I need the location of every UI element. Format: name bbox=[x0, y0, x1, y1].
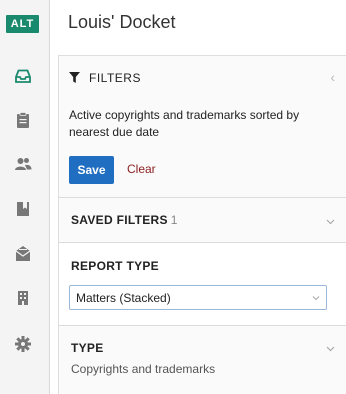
filter-icon bbox=[69, 72, 80, 83]
chevron-down-icon[interactable] bbox=[326, 217, 335, 226]
mail-icon[interactable] bbox=[13, 244, 33, 264]
report-type-select[interactable]: Matters (Stacked) bbox=[69, 285, 327, 310]
save-button[interactable]: Save bbox=[69, 156, 114, 184]
alt-logo: ALT bbox=[6, 15, 39, 33]
collapse-icon[interactable]: ‹ bbox=[330, 69, 335, 85]
type-section[interactable]: TYPE Copyrights and trademarks bbox=[59, 325, 346, 394]
inbox-icon[interactable] bbox=[13, 66, 33, 86]
filters-panel: FILTERS ‹ Active copyrights and trademar… bbox=[58, 55, 346, 394]
chevron-down-icon bbox=[312, 296, 320, 301]
report-type-section: REPORT TYPE Matters (Stacked) bbox=[59, 242, 346, 325]
chevron-down-icon[interactable] bbox=[326, 344, 335, 353]
filters-label: FILTERS bbox=[89, 71, 141, 85]
icon-rail: ALT bbox=[0, 0, 50, 394]
type-label: TYPE bbox=[71, 341, 104, 355]
saved-filters-title: SAVED FILTERS 1 bbox=[71, 213, 178, 227]
gear-icon[interactable] bbox=[13, 334, 33, 354]
bookmark-icon[interactable] bbox=[13, 199, 33, 219]
clear-button[interactable]: Clear bbox=[127, 162, 156, 176]
page-title: Louis' Docket bbox=[68, 12, 176, 32]
saved-filters-section[interactable]: SAVED FILTERS 1 bbox=[59, 197, 346, 242]
filters-header: FILTERS ‹ bbox=[59, 56, 346, 100]
saved-filters-count: 1 bbox=[170, 213, 178, 227]
filter-description: Active copyrights and trademarks sorted … bbox=[69, 108, 300, 139]
type-value: Copyrights and trademarks bbox=[71, 362, 216, 376]
main-area: Louis' Docket FILTERS ‹ Active copyright… bbox=[50, 0, 346, 394]
report-type-label: REPORT TYPE bbox=[71, 259, 159, 273]
clipboard-icon[interactable] bbox=[13, 110, 33, 130]
users-icon[interactable] bbox=[13, 154, 33, 174]
report-type-value: Matters (Stacked) bbox=[76, 291, 171, 305]
saved-filters-label: SAVED FILTERS bbox=[71, 213, 168, 227]
building-icon[interactable] bbox=[13, 288, 33, 308]
